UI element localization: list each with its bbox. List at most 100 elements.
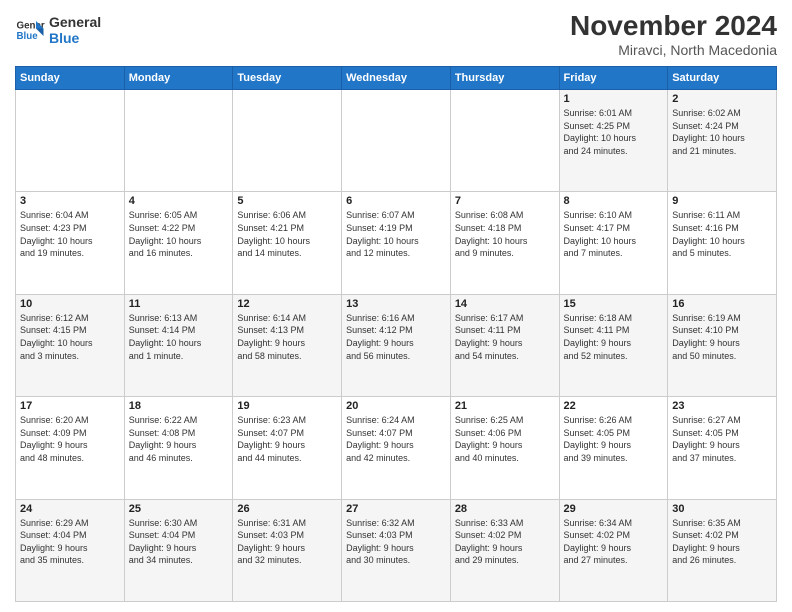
day-number: 2 xyxy=(672,93,772,105)
day-info: Sunrise: 6:22 AMSunset: 4:08 PMDaylight:… xyxy=(129,414,229,464)
day-info: Sunrise: 6:18 AMSunset: 4:11 PMDaylight:… xyxy=(564,312,664,362)
calendar-cell: 10 Sunrise: 6:12 AMSunset: 4:15 PMDayligh… xyxy=(16,294,125,396)
calendar-cell: 20Sunrise: 6:24 AMSunset: 4:07 PMDayligh… xyxy=(342,397,451,499)
day-info: Sunrise: 6:14 AMSunset: 4:13 PMDaylight:… xyxy=(237,312,337,362)
logo-line1: General xyxy=(49,14,101,30)
day-info: Sunrise: 6:01 AMSunset: 4:25 PMDaylight:… xyxy=(564,107,664,157)
day-number: 29 xyxy=(564,503,664,515)
calendar-cell xyxy=(16,90,125,192)
calendar-cell: 18 Sunrise: 6:22 AMSunset: 4:08 PMDayligh… xyxy=(124,397,233,499)
header-monday: Monday xyxy=(124,67,233,90)
calendar-cell: 29Sunrise: 6:34 AMSunset: 4:02 PMDayligh… xyxy=(559,499,668,601)
calendar-cell: 8 Sunrise: 6:10 AMSunset: 4:17 PMDaylight… xyxy=(559,192,668,294)
calendar-cell xyxy=(124,90,233,192)
day-info: Sunrise: 6:11 AMSunset: 4:16 PMDaylight:… xyxy=(672,209,772,259)
day-number: 5 xyxy=(237,195,337,207)
calendar-cell: 7Sunrise: 6:08 AMSunset: 4:18 PMDaylight… xyxy=(450,192,559,294)
calendar-cell xyxy=(233,90,342,192)
day-number: 6 xyxy=(346,195,446,207)
day-number: 26 xyxy=(237,503,337,515)
calendar-cell: 26Sunrise: 6:31 AMSunset: 4:03 PMDayligh… xyxy=(233,499,342,601)
day-number: 15 xyxy=(564,298,664,310)
header-saturday: Saturday xyxy=(668,67,777,90)
day-number: 11 xyxy=(129,298,229,310)
day-info: Sunrise: 6:23 AMSunset: 4:07 PMDaylight:… xyxy=(237,414,337,464)
calendar-week-4: 24Sunrise: 6:29 AMSunset: 4:04 PMDayligh… xyxy=(16,499,777,601)
day-number: 28 xyxy=(455,503,555,515)
day-number: 17 xyxy=(20,400,120,412)
day-number: 4 xyxy=(129,195,229,207)
day-info: Sunrise: 6:07 AMSunset: 4:19 PMDaylight:… xyxy=(346,209,446,259)
day-info: Sunrise: 6:24 AMSunset: 4:07 PMDaylight:… xyxy=(346,414,446,464)
calendar-cell: 13Sunrise: 6:16 AMSunset: 4:12 PMDayligh… xyxy=(342,294,451,396)
calendar-cell: 11 Sunrise: 6:13 AMSunset: 4:14 PMDayligh… xyxy=(124,294,233,396)
day-info: Sunrise: 6:13 AMSunset: 4:14 PMDaylight:… xyxy=(129,312,229,362)
calendar-cell: 1 Sunrise: 6:01 AMSunset: 4:25 PMDaylight… xyxy=(559,90,668,192)
day-info: Sunrise: 6:04 AMSunset: 4:23 PMDaylight:… xyxy=(20,209,120,259)
calendar-cell: 19Sunrise: 6:23 AMSunset: 4:07 PMDayligh… xyxy=(233,397,342,499)
logo-icon: General Blue xyxy=(15,15,45,45)
day-info: Sunrise: 6:27 AMSunset: 4:05 PMDaylight:… xyxy=(672,414,772,464)
header-thursday: Thursday xyxy=(450,67,559,90)
calendar-week-1: 3 Sunrise: 6:04 AMSunset: 4:23 PMDaylight… xyxy=(16,192,777,294)
calendar-cell: 3 Sunrise: 6:04 AMSunset: 4:23 PMDaylight… xyxy=(16,192,125,294)
calendar-cell: 30Sunrise: 6:35 AMSunset: 4:02 PMDayligh… xyxy=(668,499,777,601)
day-info: Sunrise: 6:25 AMSunset: 4:06 PMDaylight:… xyxy=(455,414,555,464)
day-info: Sunrise: 6:10 AMSunset: 4:17 PMDaylight:… xyxy=(564,209,664,259)
calendar-cell: 23 Sunrise: 6:27 AMSunset: 4:05 PMDayligh… xyxy=(668,397,777,499)
day-number: 25 xyxy=(129,503,229,515)
header-row: Sunday Monday Tuesday Wednesday Thursday… xyxy=(16,67,777,90)
day-info: Sunrise: 6:33 AMSunset: 4:02 PMDaylight:… xyxy=(455,517,555,567)
calendar-cell: 16 Sunrise: 6:19 AMSunset: 4:10 PMDayligh… xyxy=(668,294,777,396)
svg-text:Blue: Blue xyxy=(17,31,39,42)
day-number: 22 xyxy=(564,400,664,412)
day-info: Sunrise: 6:20 AMSunset: 4:09 PMDaylight:… xyxy=(20,414,120,464)
calendar-cell: 2 Sunrise: 6:02 AMSunset: 4:24 PMDaylight… xyxy=(668,90,777,192)
calendar-cell: 5Sunrise: 6:06 AMSunset: 4:21 PMDaylight… xyxy=(233,192,342,294)
header-sunday: Sunday xyxy=(16,67,125,90)
day-number: 14 xyxy=(455,298,555,310)
day-info: Sunrise: 6:30 AMSunset: 4:04 PMDaylight:… xyxy=(129,517,229,567)
day-number: 10 xyxy=(20,298,120,310)
day-info: Sunrise: 6:26 AMSunset: 4:05 PMDaylight:… xyxy=(564,414,664,464)
calendar-cell: 24Sunrise: 6:29 AMSunset: 4:04 PMDayligh… xyxy=(16,499,125,601)
day-info: Sunrise: 6:12 AMSunset: 4:15 PMDaylight:… xyxy=(20,312,120,362)
calendar-cell: 9 Sunrise: 6:11 AMSunset: 4:16 PMDaylight… xyxy=(668,192,777,294)
day-info: Sunrise: 6:02 AMSunset: 4:24 PMDaylight:… xyxy=(672,107,772,157)
day-info: Sunrise: 6:05 AMSunset: 4:22 PMDaylight:… xyxy=(129,209,229,259)
day-number: 9 xyxy=(672,195,772,207)
day-number: 23 xyxy=(672,400,772,412)
page: General Blue General Blue November 2024 … xyxy=(0,0,792,612)
day-info: Sunrise: 6:19 AMSunset: 4:10 PMDaylight:… xyxy=(672,312,772,362)
day-number: 18 xyxy=(129,400,229,412)
day-number: 16 xyxy=(672,298,772,310)
day-info: Sunrise: 6:35 AMSunset: 4:02 PMDaylight:… xyxy=(672,517,772,567)
title-area: November 2024 Miravci, North Macedonia xyxy=(570,10,777,58)
calendar-cell: 21 Sunrise: 6:25 AMSunset: 4:06 PMDayligh… xyxy=(450,397,559,499)
day-number: 8 xyxy=(564,195,664,207)
day-number: 21 xyxy=(455,400,555,412)
calendar-cell: 17 Sunrise: 6:20 AMSunset: 4:09 PMDayligh… xyxy=(16,397,125,499)
header-tuesday: Tuesday xyxy=(233,67,342,90)
calendar-cell xyxy=(450,90,559,192)
calendar-cell: 27 Sunrise: 6:32 AMSunset: 4:03 PMDayligh… xyxy=(342,499,451,601)
calendar-week-0: 1 Sunrise: 6:01 AMSunset: 4:25 PMDaylight… xyxy=(16,90,777,192)
day-info: Sunrise: 6:32 AMSunset: 4:03 PMDaylight:… xyxy=(346,517,446,567)
calendar-week-2: 10 Sunrise: 6:12 AMSunset: 4:15 PMDayligh… xyxy=(16,294,777,396)
day-number: 3 xyxy=(20,195,120,207)
calendar-cell: 4 Sunrise: 6:05 AMSunset: 4:22 PMDaylight… xyxy=(124,192,233,294)
day-number: 1 xyxy=(564,93,664,105)
day-number: 12 xyxy=(237,298,337,310)
calendar-cell: 12 Sunrise: 6:14 AMSunset: 4:13 PMDayligh… xyxy=(233,294,342,396)
calendar-cell: 25 Sunrise: 6:30 AMSunset: 4:04 PMDayligh… xyxy=(124,499,233,601)
day-number: 24 xyxy=(20,503,120,515)
calendar-cell: 6 Sunrise: 6:07 AMSunset: 4:19 PMDaylight… xyxy=(342,192,451,294)
logo-line2: Blue xyxy=(49,30,101,46)
day-number: 27 xyxy=(346,503,446,515)
logo: General Blue General Blue xyxy=(15,14,101,46)
calendar-week-3: 17 Sunrise: 6:20 AMSunset: 4:09 PMDayligh… xyxy=(16,397,777,499)
month-title: November 2024 xyxy=(570,10,777,42)
calendar-cell xyxy=(342,90,451,192)
calendar-cell: 22 Sunrise: 6:26 AMSunset: 4:05 PMDayligh… xyxy=(559,397,668,499)
calendar-cell: 15 Sunrise: 6:18 AMSunset: 4:11 PMDayligh… xyxy=(559,294,668,396)
